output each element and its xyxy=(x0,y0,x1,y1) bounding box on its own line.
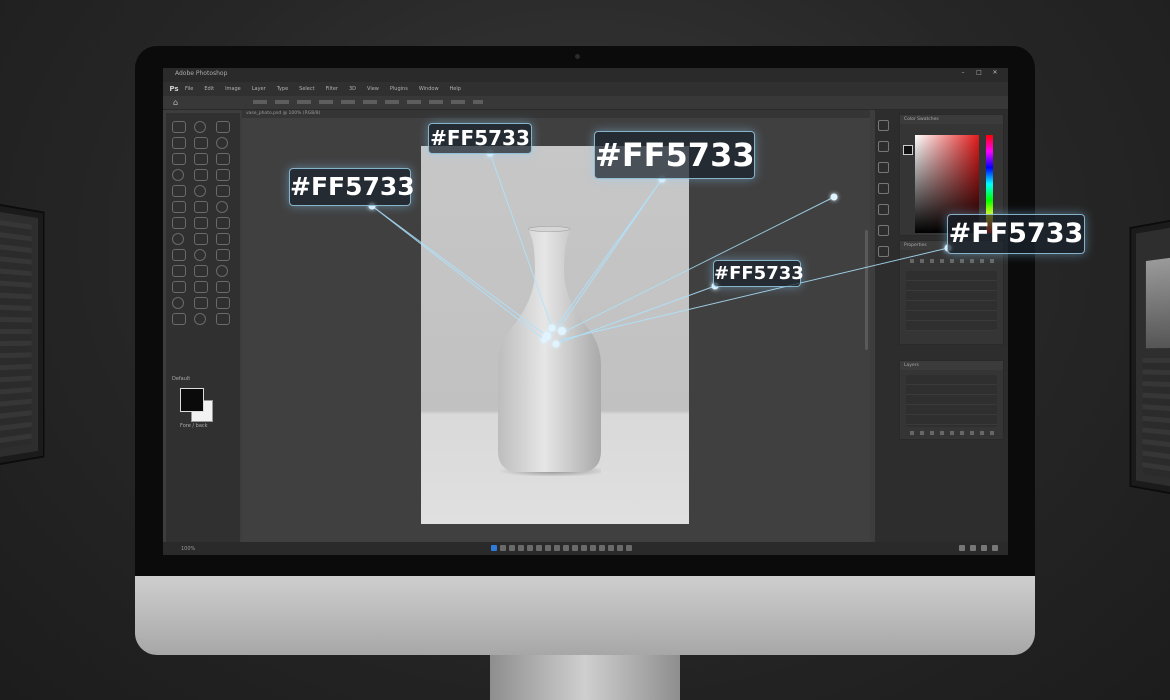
hex-color-tag: #FF5733 xyxy=(947,214,1085,254)
foreground-color-swatch[interactable] xyxy=(180,388,204,412)
hex-color-tag: #FF5733 xyxy=(713,260,804,287)
hex-color-tag: #FF5733 xyxy=(428,123,532,154)
color-sample-connectors xyxy=(368,149,952,348)
vase-sample-point[interactable] xyxy=(552,340,560,348)
hex-color-tag: #FF5733 xyxy=(289,168,415,206)
vase-sample-point[interactable] xyxy=(541,337,547,343)
hex-color-tag: #FF5733 xyxy=(594,131,755,179)
vase-sample-point[interactable] xyxy=(548,324,556,332)
sample-point[interactable] xyxy=(830,193,838,201)
vase-sample-point[interactable] xyxy=(558,327,566,335)
